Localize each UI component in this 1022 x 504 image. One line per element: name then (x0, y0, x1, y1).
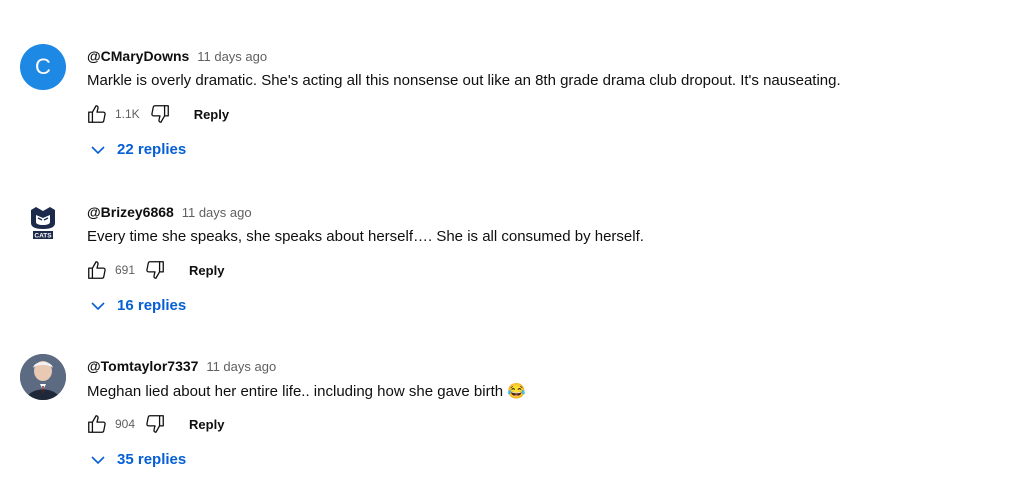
comment-text: Markle is overly dramatic. She's acting … (87, 72, 841, 89)
view-replies-button[interactable]: 16 replies (91, 297, 186, 314)
avatar-cats-text: CATS (34, 233, 52, 240)
avatar[interactable]: CATS (20, 200, 66, 246)
comment-header: @CMaryDowns 11 days ago (87, 48, 267, 64)
like-button[interactable] (85, 412, 109, 436)
reply-button[interactable]: Reply (189, 263, 224, 278)
replies-label: 35 replies (117, 451, 187, 468)
person-photo-icon (20, 354, 66, 400)
thumbs-up-icon (88, 105, 106, 123)
dislike-button[interactable] (148, 102, 172, 126)
comment-actions: 1.1K Reply (85, 102, 229, 126)
comment-time[interactable]: 11 days ago (206, 359, 276, 374)
view-replies-button[interactable]: 35 replies (91, 451, 186, 468)
comment-thread: C @CMaryDowns 11 days ago Markle is over… (0, 44, 1022, 194)
comment-time[interactable]: 11 days ago (182, 205, 252, 220)
thumbs-down-icon (146, 261, 164, 279)
dislike-button[interactable] (143, 258, 167, 282)
replies-label: 22 replies (117, 141, 187, 158)
like-button[interactable] (85, 258, 109, 282)
like-count: 904 (115, 417, 136, 431)
comment-author[interactable]: @Tomtaylor7337 (87, 358, 198, 374)
reply-button[interactable]: Reply (189, 417, 224, 432)
replies-label: 16 replies (117, 297, 187, 314)
thumbs-down-icon (146, 415, 164, 433)
cats-logo-icon: CATS (31, 207, 55, 240)
comment-thread: @Tomtaylor7337 11 days ago Meghan lied a… (0, 354, 1022, 504)
chevron-down-icon (91, 301, 105, 310)
like-count: 691 (115, 263, 136, 277)
avatar-letter: C (35, 54, 51, 79)
avatar[interactable] (20, 354, 66, 400)
like-button[interactable] (85, 102, 109, 126)
chevron-down-icon (91, 145, 105, 154)
view-replies-button[interactable]: 22 replies (91, 141, 186, 158)
comment-actions: 691 Reply (85, 258, 224, 282)
comment-author[interactable]: @Brizey6868 (87, 204, 174, 220)
avatar[interactable]: C (20, 44, 66, 90)
thumbs-up-icon (88, 415, 106, 433)
comment-actions: 904 Reply (85, 412, 224, 436)
thumbs-down-icon (150, 105, 169, 123)
comment-text: Meghan lied about her entire life.. incl… (87, 383, 526, 400)
comment-header: @Brizey6868 11 days ago (87, 204, 252, 220)
chevron-down-icon (91, 455, 105, 464)
comment-text: Every time she speaks, she speaks about … (87, 228, 644, 245)
reply-button[interactable]: Reply (194, 107, 229, 122)
dislike-button[interactable] (143, 412, 167, 436)
comment-time[interactable]: 11 days ago (197, 49, 267, 64)
like-count: 1.1K (115, 107, 140, 121)
comment-thread: CATS @Brizey6868 11 days ago Every time … (0, 200, 1022, 350)
comment-author[interactable]: @CMaryDowns (87, 48, 189, 64)
thumbs-up-icon (88, 261, 106, 279)
comment-header: @Tomtaylor7337 11 days ago (87, 358, 276, 374)
